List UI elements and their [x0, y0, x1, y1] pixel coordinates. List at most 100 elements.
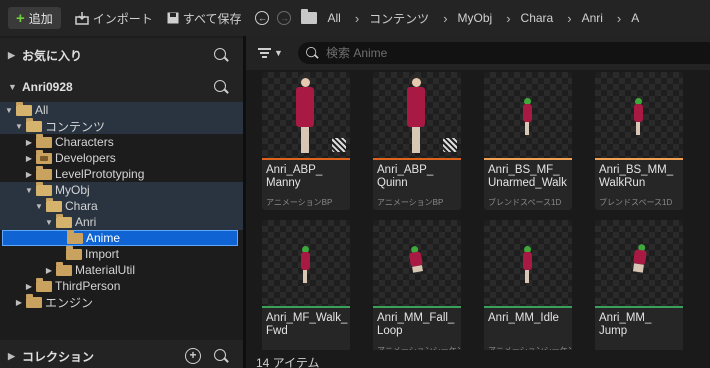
asset-type-label: アニメーションBP [266, 198, 333, 207]
search-icon [305, 46, 319, 60]
tree-item-label: ThirdPerson [55, 279, 121, 293]
content-browser: + 追加 インポート すべて保存 ← → All › コンテンツ › MyObj… [0, 0, 710, 368]
import-icon [75, 11, 89, 25]
asset-type-bar [484, 158, 572, 160]
collapse-arrow-icon[interactable]: ▶ [44, 266, 54, 275]
search-input[interactable] [326, 46, 686, 60]
collapse-arrow-icon[interactable]: ▶ [8, 50, 20, 61]
collections-header[interactable]: ▶ コレクション + [0, 340, 243, 368]
breadcrumb-chara[interactable]: Chara [521, 11, 554, 25]
tree-item-all[interactable]: ▼ All [0, 101, 243, 118]
asset-tile[interactable]: Anri_BS_MF_ Unarmed_Walk ブレンドスペース1D [484, 72, 572, 210]
asset-name: Anri_MM_Fall_ Loop [377, 312, 455, 337]
tree-item-developers[interactable]: ▶ Developers [0, 149, 243, 166]
collapse-arrow-icon[interactable]: ▶ [24, 154, 34, 163]
asset-tile[interactable]: Anri_ABP_ Quinn アニメーションBP [373, 72, 461, 210]
asset-name: Anri_ABP_ Quinn [377, 164, 434, 189]
folder-open-icon [36, 181, 52, 196]
asset-type-label: ブレンドスペース1D [488, 198, 562, 207]
tree-item-anime[interactable]: Anime [2, 229, 238, 246]
expand-arrow-icon[interactable]: ▼ [24, 186, 34, 195]
tree-item-materialutil[interactable]: ▶ MaterialUtil [0, 261, 243, 278]
add-collection-icon[interactable]: + [185, 348, 201, 364]
tree-item-thirdperson[interactable]: ▶ ThirdPerson [0, 277, 243, 294]
folder-icon [36, 165, 52, 180]
asset-tile[interactable]: Anri_MF_Walk_ Fwd [262, 220, 350, 350]
folder-icon [67, 229, 83, 244]
expand-arrow-icon[interactable]: ▼ [4, 106, 14, 115]
breadcrumb-separator-icon[interactable]: › [506, 11, 510, 26]
expand-arrow-icon[interactable]: ▼ [34, 202, 44, 211]
tree-item-import[interactable]: Import [0, 245, 243, 262]
save-all-button[interactable]: すべて保存 [167, 10, 242, 27]
collapse-arrow-icon[interactable]: ▶ [14, 298, 24, 307]
breadcrumb-separator-icon[interactable]: › [617, 11, 621, 26]
breadcrumb-myobj[interactable]: MyObj [458, 11, 493, 25]
project-title: Anri0928 [22, 80, 73, 94]
import-button[interactable]: インポート [75, 10, 153, 27]
expand-arrow-icon[interactable]: ▼ [14, 122, 24, 131]
asset-tile[interactable]: Anri_MM_ Jump [595, 220, 683, 350]
asset-tile[interactable]: Anri_BS_MM_ WalkRun ブレンドスペース1D [595, 72, 683, 210]
filter-button[interactable]: ▼ [258, 48, 283, 58]
collapse-arrow-icon[interactable]: ▶ [8, 351, 20, 362]
back-icon[interactable]: ← [255, 11, 270, 25]
tree-item-myobj[interactable]: ▼ MyObj [0, 181, 243, 198]
asset-thumbnail [373, 220, 461, 306]
tree-item-label: MaterialUtil [75, 263, 136, 277]
add-button[interactable]: + 追加 [8, 7, 61, 29]
asset-type-bar [595, 306, 683, 308]
search-icon[interactable] [213, 79, 229, 95]
tree-item-label: Developers [55, 151, 116, 165]
asset-type-label: アニメーションシーケンス [377, 345, 461, 350]
asset-thumbnail [262, 72, 350, 158]
character-figure [626, 243, 651, 285]
asset-grid: Anri_ABP_ Manny アニメーションBP Anri_ABP_ Quinn … [246, 70, 710, 350]
collapse-arrow-icon[interactable]: ▶ [24, 138, 34, 147]
tree-item-content[interactable]: ▼ コンテンツ [0, 117, 243, 134]
folder-open-icon [26, 117, 42, 132]
folder-icon[interactable] [301, 9, 318, 24]
folder-open-icon [16, 101, 32, 116]
asset-tile[interactable]: Anri_ABP_ Manny アニメーションBP [262, 72, 350, 210]
collapse-arrow-icon[interactable]: ▶ [24, 282, 34, 291]
asset-type-label: ブレンドスペース1D [599, 198, 673, 207]
tree-item-chara[interactable]: ▼ Chara [0, 197, 243, 214]
breadcrumb-separator-icon[interactable]: › [355, 11, 359, 26]
breadcrumb-all[interactable]: All [327, 11, 340, 25]
animation-marker-icon [332, 138, 346, 152]
tree-item-engine[interactable]: ▶ エンジン [0, 293, 243, 310]
breadcrumb-content[interactable]: コンテンツ [369, 10, 429, 27]
breadcrumb-separator-icon[interactable]: › [567, 11, 571, 26]
asset-name: Anri_BS_MF_ Unarmed_Walk [488, 164, 567, 189]
character-figure [631, 98, 645, 138]
asset-tile[interactable]: Anri_MM_Fall_Loop アニメーションシーケンス [373, 220, 461, 350]
favorites-header[interactable]: ▶ お気に入り [0, 38, 243, 72]
favorites-title: お気に入り [22, 48, 83, 63]
asset-name: Anri_MM_Idle [488, 312, 559, 324]
folder-icon [56, 261, 72, 276]
asset-tile[interactable]: Anri_MM_Idle アニメーションシーケンス [484, 220, 572, 350]
breadcrumb-anime[interactable]: A [631, 11, 639, 25]
breadcrumb-separator-icon[interactable]: › [443, 11, 447, 26]
tree-item-levelprototyping[interactable]: ▶ LevelPrototyping [0, 165, 243, 182]
search-icon[interactable] [213, 348, 229, 364]
asset-type-label: アニメーションBP [377, 198, 444, 207]
forward-icon[interactable]: → [277, 11, 292, 25]
breadcrumb-anri[interactable]: Anri [582, 11, 603, 25]
expand-arrow-icon[interactable]: ▼ [8, 82, 20, 92]
expand-arrow-icon[interactable]: ▼ [44, 218, 54, 227]
plus-icon: + [16, 9, 25, 27]
collapse-arrow-icon[interactable]: ▶ [24, 170, 34, 179]
chevron-down-icon: ▼ [274, 48, 283, 58]
folder-open-icon [56, 213, 72, 228]
search-box[interactable] [298, 42, 710, 64]
search-icon[interactable] [213, 47, 229, 63]
tree-item-anri[interactable]: ▼ Anri [0, 213, 243, 230]
character-figure [290, 74, 320, 156]
folder-icon [66, 245, 82, 260]
tree-item-characters[interactable]: ▶ Characters [0, 133, 243, 150]
project-header[interactable]: ▼ Anri0928 [0, 70, 243, 104]
folder-icon [36, 133, 52, 148]
save-all-button-label: すべて保存 [182, 11, 242, 26]
